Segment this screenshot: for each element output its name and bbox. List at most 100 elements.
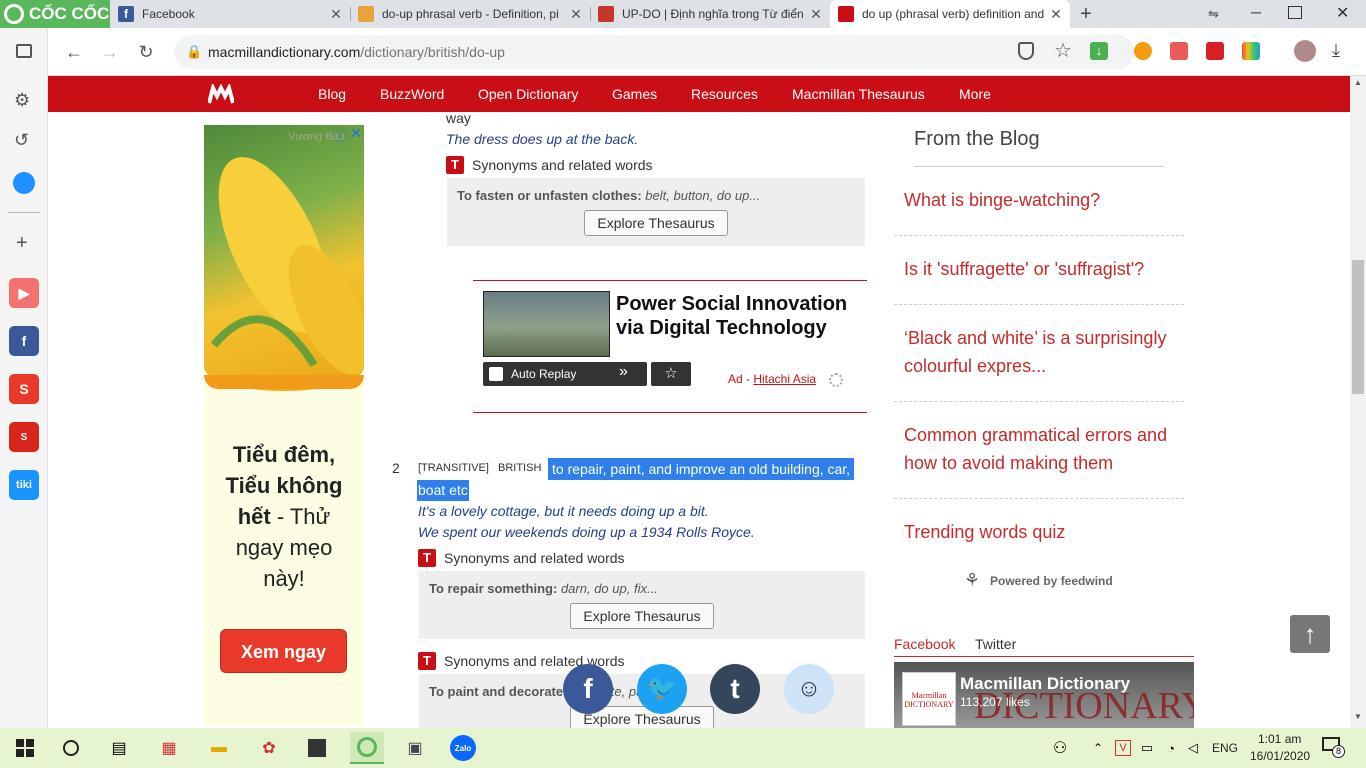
facebook-share-icon[interactable]: f xyxy=(563,664,613,714)
nav-macmillan-thesaurus[interactable]: Macmillan Thesaurus xyxy=(792,76,925,112)
close-icon[interactable]: ✕ xyxy=(808,6,824,23)
coccoc-taskbar-icon[interactable] xyxy=(350,732,384,764)
nav-games[interactable]: Games xyxy=(612,76,657,112)
shield-icon[interactable] xyxy=(1018,42,1034,60)
volume-icon[interactable]: ◁ xyxy=(1182,732,1204,764)
auto-replay-control[interactable]: Auto Replay » xyxy=(483,362,647,386)
profile-avatar[interactable] xyxy=(1294,40,1316,62)
synonyms-link[interactable]: T Synonyms and related words xyxy=(446,156,653,174)
window-close-button[interactable]: ✕ xyxy=(1336,3,1349,23)
tab-macmillan-active[interactable]: do up (phrasal verb) definition and ✕ xyxy=(830,0,1070,28)
history-icon[interactable]: ↺ xyxy=(14,130,29,151)
left-ad-banner[interactable]: Vương Bảo ⓘ ✕ Tiểu đêm, Tiểu không hết -… xyxy=(204,125,364,725)
synonyms-link[interactable]: T Synonyms and related words xyxy=(418,549,625,567)
messenger-icon[interactable] xyxy=(13,172,35,194)
reload-button[interactable]: ↻ xyxy=(134,40,158,64)
favorite-star-icon[interactable]: ☆ xyxy=(651,362,691,386)
checkbox-icon[interactable] xyxy=(489,367,503,381)
ad-cta-button[interactable]: Xem ngay xyxy=(220,629,347,673)
tab-facebook[interactable]: f Facebook ✕ xyxy=(110,0,350,28)
extension-icon[interactable] xyxy=(1206,42,1224,60)
bookmark-star-icon[interactable]: ☆ xyxy=(1054,38,1072,63)
close-icon[interactable]: ✕ xyxy=(328,6,344,23)
address-bar[interactable]: 🔒 macmillandictionary.com/dictionary/bri… xyxy=(174,35,1134,69)
tab-do-up-definition[interactable]: do-up phrasal verb - Definition, pi ✕ xyxy=(350,0,590,28)
add-app-icon[interactable]: + xyxy=(16,232,28,255)
close-ad-icon[interactable]: ✕ xyxy=(350,125,362,142)
forward-button[interactable]: → xyxy=(98,40,122,64)
blog-link[interactable]: Common grammatical errors and how to avo… xyxy=(904,421,1174,477)
example-sentence: It's a lovely cottage, but it needs doin… xyxy=(418,503,709,519)
twitter-share-icon[interactable]: 🐦 xyxy=(637,664,687,714)
skip-forward-icon[interactable]: » xyxy=(619,363,628,381)
facebook-icon[interactable]: f xyxy=(9,326,39,356)
wifi-icon[interactable]: ◔ xyxy=(1160,732,1182,764)
sendo-icon[interactable]: S xyxy=(9,422,39,452)
video-ad-title[interactable]: Power Social Innovation via Digital Tech… xyxy=(616,292,856,340)
blog-link[interactable]: Trending words quiz xyxy=(904,518,1174,546)
maximize-button[interactable] xyxy=(1288,6,1302,19)
app-icon[interactable]: ▦ xyxy=(152,732,186,764)
clock-time[interactable]: 1:01 am xyxy=(1258,732,1301,746)
macmillan-logo-icon[interactable] xyxy=(207,82,235,104)
tab-facebook-widget[interactable]: Facebook xyxy=(894,636,955,652)
windows-start-icon[interactable] xyxy=(8,732,42,764)
adchoices-icon[interactable]: ⓘ xyxy=(334,127,346,144)
cortana-search-icon[interactable] xyxy=(54,732,88,764)
close-icon[interactable]: ✕ xyxy=(568,6,584,23)
video-thumbnail[interactable] xyxy=(483,291,610,357)
app-icon[interactable]: ▣ xyxy=(398,732,432,764)
nav-resources[interactable]: Resources xyxy=(691,76,758,112)
settings-gear-icon[interactable]: ⚙ xyxy=(14,90,30,111)
battery-icon[interactable]: ▭ xyxy=(1136,732,1158,764)
extension-icon[interactable] xyxy=(1134,42,1152,60)
sticky-notes-icon[interactable] xyxy=(300,732,334,764)
coccoc-logo-button[interactable]: CỐC CỐC xyxy=(0,0,110,28)
new-tab-button[interactable]: + xyxy=(1076,3,1096,25)
show-hidden-icons[interactable]: ⌃ xyxy=(1086,732,1110,764)
zalo-icon[interactable]: Zalo xyxy=(446,732,480,764)
scrollbar-thumb[interactable] xyxy=(1352,260,1364,394)
nav-more[interactable]: More xyxy=(959,76,991,112)
tiki-icon[interactable]: tiki xyxy=(9,470,39,500)
adblock-icon[interactable] xyxy=(1170,42,1188,60)
scroll-down-arrow-icon[interactable]: ▼ xyxy=(1354,712,1362,721)
extension-icon[interactable] xyxy=(1242,42,1260,60)
action-center-icon[interactable]: 8 xyxy=(1322,737,1345,758)
scroll-to-top-button[interactable]: ↑ xyxy=(1290,615,1330,653)
download-icon[interactable]: ⤓ xyxy=(1332,40,1340,61)
tumblr-share-icon[interactable]: t xyxy=(710,664,760,714)
people-icon[interactable]: ⚇ xyxy=(1048,732,1072,764)
nav-buzzword[interactable]: BuzzWord xyxy=(380,76,444,112)
file-explorer-icon[interactable]: ▬ xyxy=(202,732,236,764)
scroll-up-arrow-icon[interactable]: ▲ xyxy=(1354,78,1362,87)
tab-cambridge[interactable]: UP-DO | Định nghĩa trong Từ điển ✕ xyxy=(590,0,830,28)
nav-blog[interactable]: Blog xyxy=(318,76,346,112)
close-icon[interactable]: ✕ xyxy=(1048,6,1064,23)
task-view-icon[interactable]: ▤ xyxy=(102,732,136,764)
explore-thesaurus-button[interactable]: Explore Thesaurus xyxy=(570,603,714,629)
back-button[interactable]: ← xyxy=(62,40,86,64)
advertiser-link[interactable]: Hitachi Asia xyxy=(753,372,816,386)
download-extension-icon[interactable]: ↓ xyxy=(1090,42,1108,60)
shopee-icon[interactable]: S xyxy=(9,374,39,404)
minimize-button[interactable]: ─ xyxy=(1246,4,1266,24)
tab-twitter-widget[interactable]: Twitter xyxy=(975,636,1016,652)
paint-icon[interactable]: ✿ xyxy=(252,732,286,764)
explore-thesaurus-button[interactable]: Explore Thesaurus xyxy=(584,210,728,236)
clock-date[interactable]: 16/01/2020 xyxy=(1250,749,1310,763)
facebook-page-widget[interactable]: DICTIONARY Macmillan DICTIONARY Macmilla… xyxy=(894,662,1194,728)
blog-link[interactable]: What is binge-watching? xyxy=(904,186,1174,214)
sidebar-toggle-icon[interactable] xyxy=(16,44,32,58)
reddit-share-icon[interactable]: ☺ xyxy=(784,664,834,714)
page-scrollbar[interactable]: ▲ ▼ xyxy=(1350,76,1366,728)
nav-open-dictionary[interactable]: Open Dictionary xyxy=(478,76,578,112)
page-name[interactable]: Macmillan Dictionary xyxy=(960,674,1130,694)
tab-search-icon[interactable]: ⇋ xyxy=(1208,6,1219,22)
tray-app-icon[interactable]: V xyxy=(1112,732,1134,764)
blog-link[interactable]: Is it 'suffragette' or 'suffragist'? xyxy=(904,255,1174,283)
youtube-icon[interactable]: ▶ xyxy=(9,278,39,308)
input-language[interactable]: ENG xyxy=(1212,741,1238,755)
powered-by-label[interactable]: Powered by feedwind xyxy=(990,574,1113,588)
blog-link[interactable]: ‘Black and white’ is a surprisingly colo… xyxy=(904,324,1174,380)
